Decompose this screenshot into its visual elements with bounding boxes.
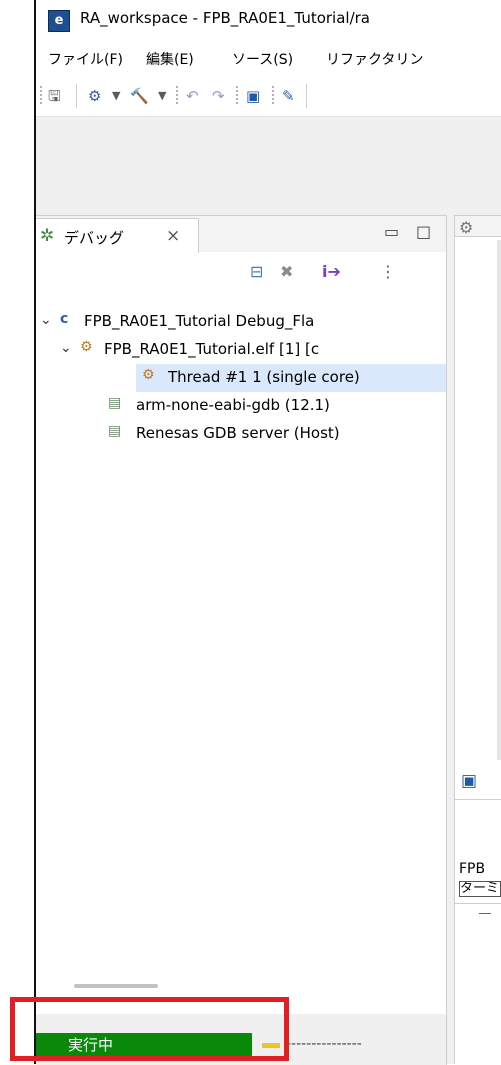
tree-label-gdb: arm-none-eabi-gdb (12.1)	[136, 396, 330, 414]
pin-icon[interactable]: ✎	[282, 86, 295, 106]
instruction-stepping-icon[interactable]: i➔	[322, 262, 341, 282]
tree-row-launch[interactable]: ⌄ c FPB_RA0E1_Tutorial Debug_Fla	[36, 308, 446, 336]
process-icon: ⚙	[80, 339, 93, 355]
annotation-highlight-box	[10, 997, 289, 1061]
minimize-icon[interactable]: ▭	[384, 222, 399, 241]
toolbar-grip	[40, 86, 42, 106]
forward-icon[interactable]: ↷	[212, 86, 225, 106]
tree-row-gdb[interactable]: ▤ arm-none-eabi-gdb (12.1)	[108, 392, 446, 420]
chevron-down-icon[interactable]: ▼	[112, 86, 120, 106]
server-process-icon: ▤	[108, 395, 122, 411]
vertical-scrollbar[interactable]	[497, 240, 501, 760]
debug-bug-icon: ✲	[40, 226, 55, 246]
tree-row-gdbserver[interactable]: ▤ Renesas GDB server (Host)	[108, 420, 446, 448]
tree-label-gdbserver: Renesas GDB server (Host)	[136, 424, 340, 442]
console-icon: ▣	[461, 771, 478, 791]
save-icon[interactable]: 🖫	[48, 86, 61, 106]
toolbar-grip	[176, 86, 178, 106]
title-bar: e RA_workspace - FPB_RA0E1_Tutorial/ra	[36, 0, 501, 40]
maximize-icon[interactable]: □	[416, 222, 431, 241]
toolbar-separator	[76, 84, 77, 108]
tree-row-elf[interactable]: ⌄ ⚙ FPB_RA0E1_Tutorial.elf [1] [c	[36, 336, 446, 364]
console-icon[interactable]: ▣	[246, 86, 260, 106]
console-text: FPB	[459, 861, 486, 877]
chevron-down-icon[interactable]: ⌄	[60, 340, 72, 356]
debug-icon[interactable]: ⚙	[88, 86, 101, 106]
tree-label-elf: FPB_RA0E1_Tutorial.elf [1] [c	[104, 340, 320, 358]
tab-debug[interactable]: ✲ デバッグ ×	[36, 218, 199, 253]
editor-tabstrip: ⚙	[455, 216, 501, 237]
divider	[455, 903, 501, 904]
back-icon[interactable]: ↶	[186, 86, 199, 106]
main-toolbar: 🖫 ⚙ ▼ 🔨 ▼ ↶ ↷ ▣ ✎	[36, 76, 501, 117]
divider	[479, 913, 491, 914]
tree-label-thread: Thread #1 1 (single core)	[168, 368, 360, 386]
tree-row-thread[interactable]: ⚙ Thread #1 1 (single core)	[136, 364, 446, 392]
console-terminal-label: ターミ	[459, 881, 501, 897]
menu-file[interactable]: ファイル(F)	[48, 49, 123, 69]
chevron-down-icon[interactable]: ⌄	[40, 312, 52, 328]
server-process-icon: ▤	[108, 423, 122, 439]
debug-view: ✲ デバッグ × ▭ □ ⊟ ✖ i➔ ⋮ ⌄ c FPB_RA0E1_Tuto…	[36, 215, 447, 1065]
tab-debug-label: デバッグ	[64, 229, 125, 247]
c-project-icon: c	[60, 311, 69, 327]
status-dashes: ---------------	[286, 1036, 362, 1052]
thread-gear-icon: ⚙	[142, 367, 155, 383]
menu-bar: ファイル(F) 編集(E) ソース(S) リファクタリン	[36, 40, 501, 76]
debug-view-tabbar: ✲ デバッグ × ▭ □	[36, 216, 446, 253]
gear-icon[interactable]: ⚙	[459, 218, 473, 237]
window-title: RA_workspace - FPB_RA0E1_Tutorial/ra	[80, 9, 370, 27]
console-view: ▣ FPB ターミ	[454, 763, 501, 1064]
toolbar-grip	[272, 86, 274, 106]
chevron-down-icon[interactable]: ▼	[158, 86, 166, 106]
menu-refactor[interactable]: リファクタリン	[326, 49, 423, 69]
view-menu-icon[interactable]: ⋮	[380, 262, 396, 282]
e2studio-app-icon: e	[48, 10, 70, 32]
ide-window: e RA_workspace - FPB_RA0E1_Tutorial/ra フ…	[34, 0, 501, 1065]
build-hammer-icon[interactable]: 🔨	[130, 86, 149, 106]
horizontal-scrollbar[interactable]	[74, 984, 158, 988]
editor-area: ⚙	[454, 215, 501, 765]
collapse-all-icon[interactable]: ⊟	[250, 262, 263, 282]
toolbar-separator	[306, 84, 307, 108]
menu-source[interactable]: ソース(S)	[232, 49, 293, 69]
menu-edit[interactable]: 編集(E)	[146, 49, 194, 69]
close-icon[interactable]: ×	[166, 226, 180, 246]
remove-terminated-icon[interactable]: ✖	[280, 262, 293, 282]
toolbar-grip	[236, 86, 238, 106]
tree-label-launch: FPB_RA0E1_Tutorial Debug_Fla	[84, 312, 315, 330]
tab-console[interactable]: ▣	[455, 763, 501, 800]
